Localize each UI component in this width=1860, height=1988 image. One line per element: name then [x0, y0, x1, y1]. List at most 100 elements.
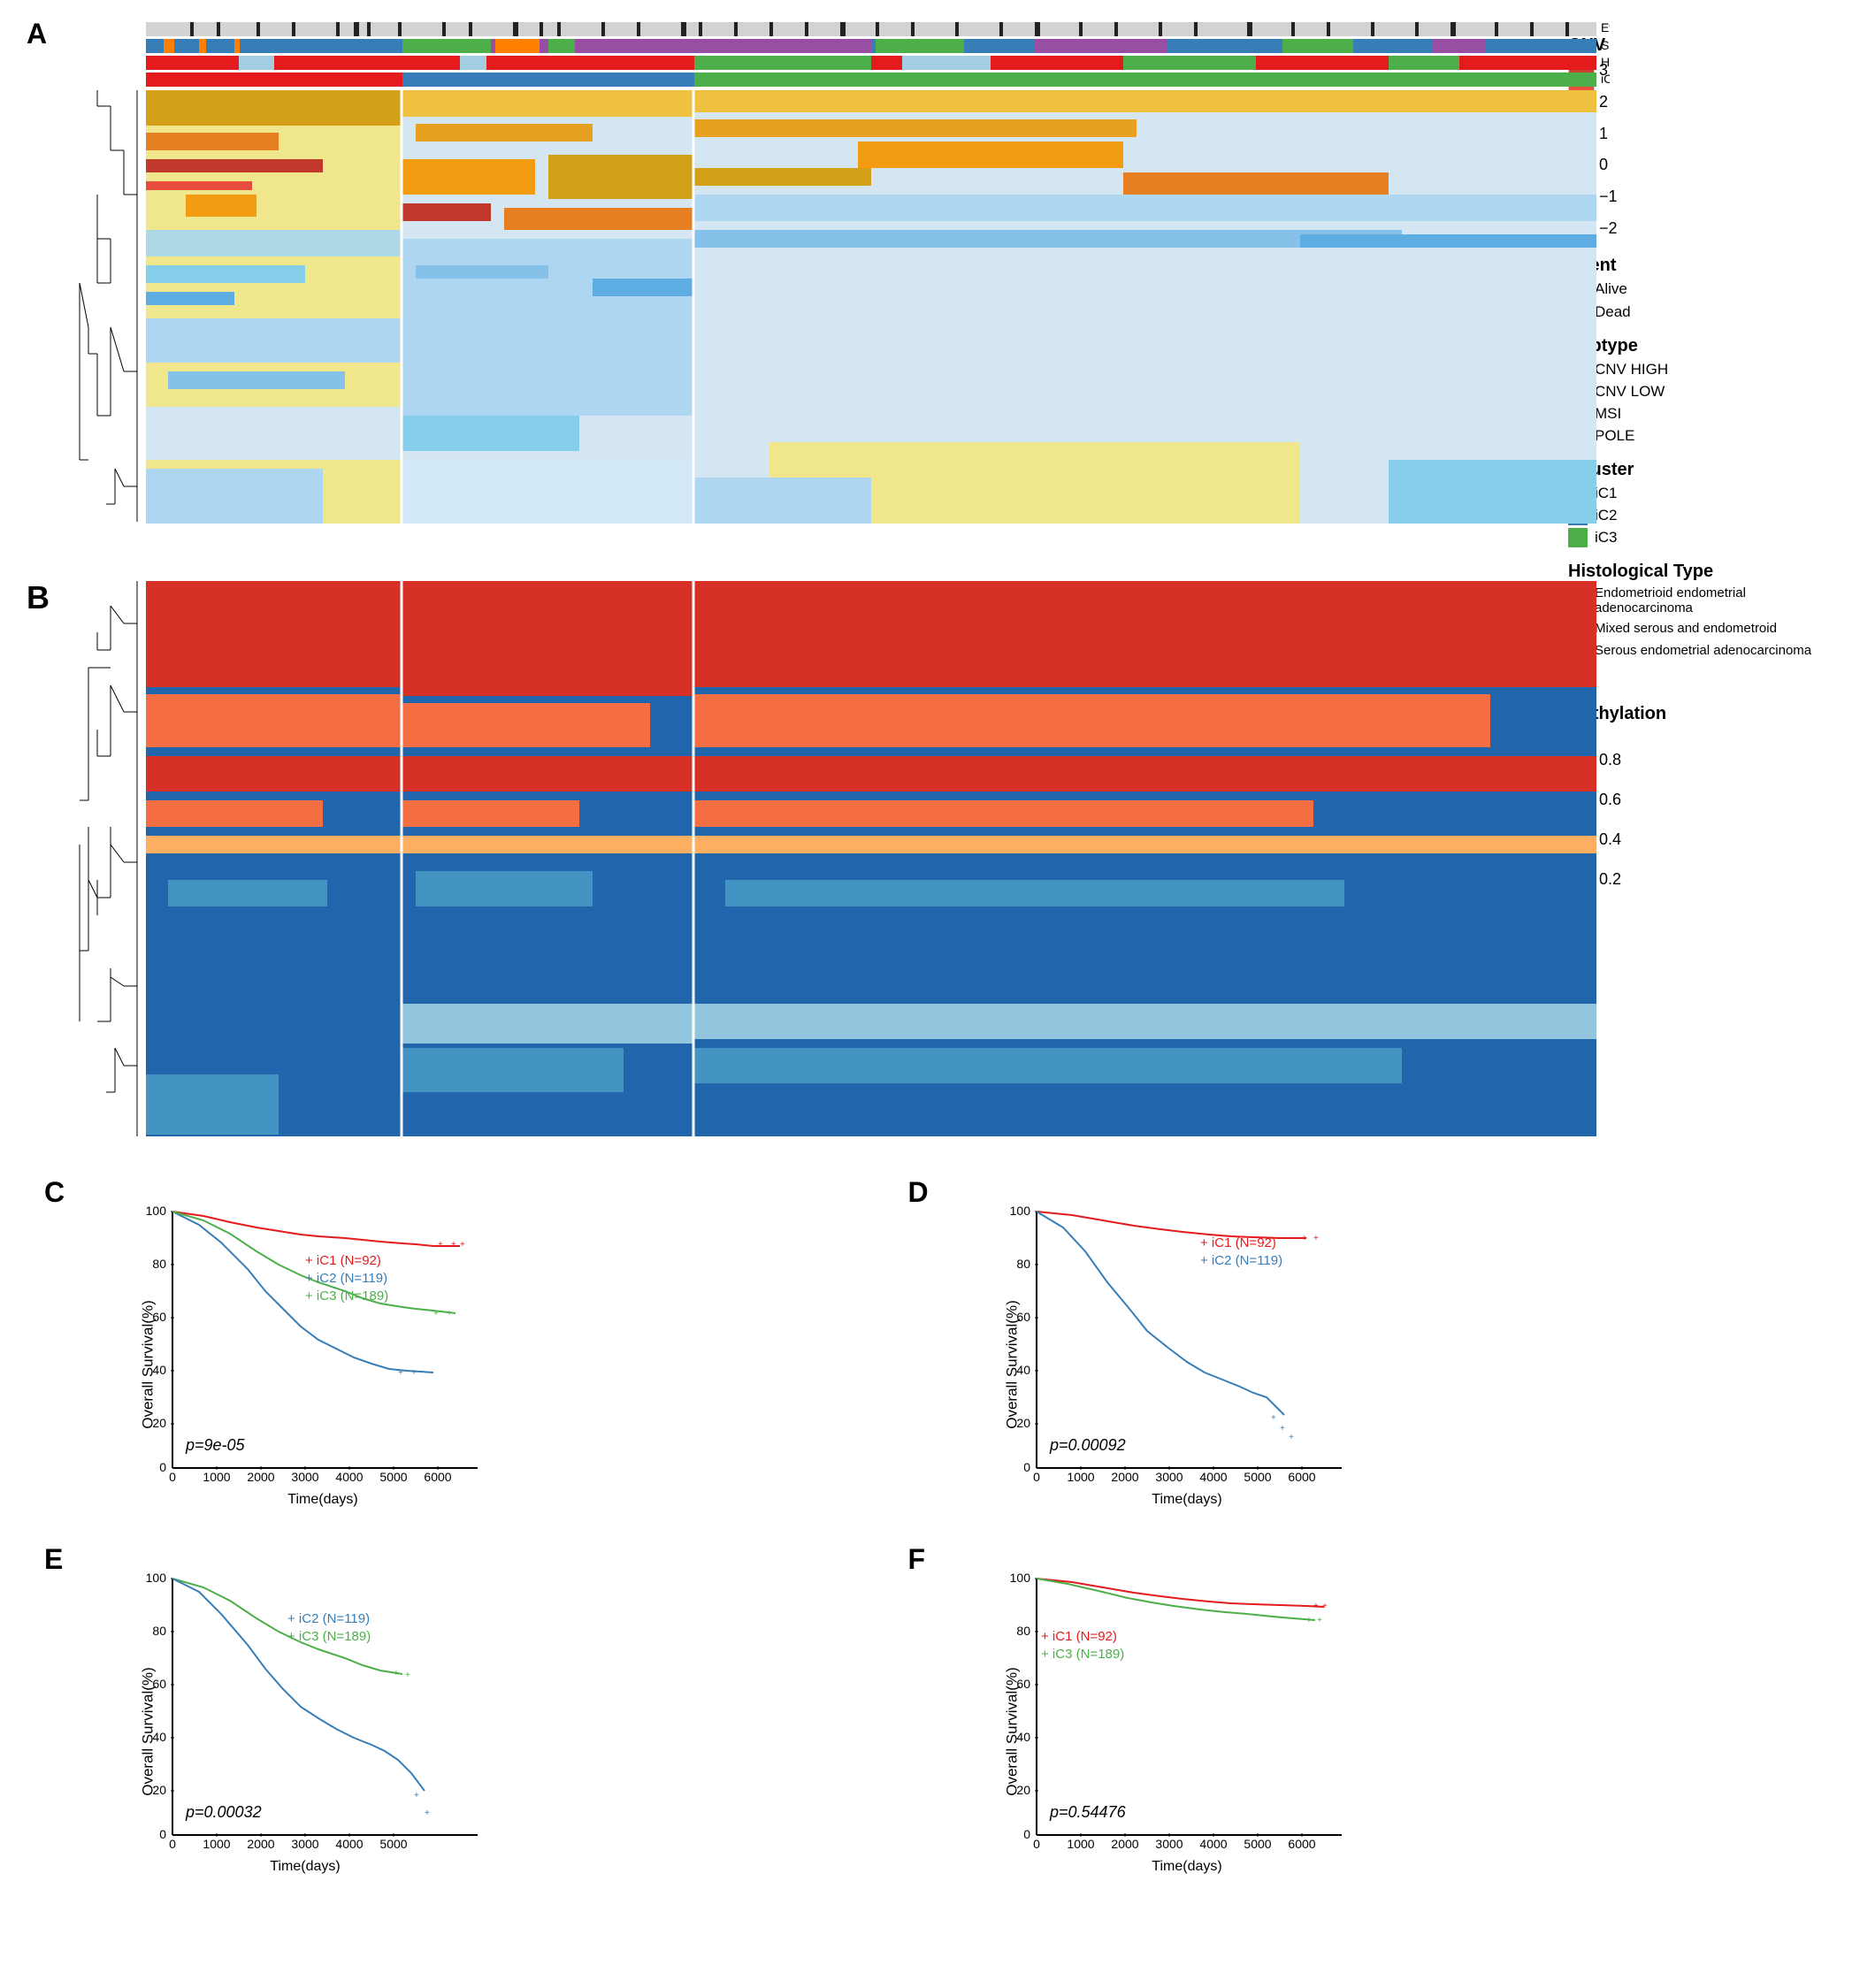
- svg-text:3000: 3000: [1155, 1837, 1183, 1851]
- svg-text:iCluster: iCluster: [1601, 72, 1610, 86]
- svg-text:+: +: [1289, 1433, 1294, 1442]
- panel-c-chart: 100 80 60 40 20 0 0 1000 2000 3000: [133, 1203, 486, 1521]
- dendrogram-b: [80, 581, 137, 1136]
- panel-e-label: E: [44, 1543, 63, 1576]
- svg-text:2000: 2000: [1111, 1470, 1138, 1484]
- svg-text:2000: 2000: [247, 1837, 274, 1851]
- panel-a-svg: Event: [62, 18, 1610, 566]
- svg-text:+ iC2 (N=119): + iC2 (N=119): [287, 1611, 370, 1626]
- svg-text:+: +: [425, 1808, 430, 1818]
- svg-text:+: +: [1280, 1424, 1285, 1434]
- svg-text:100: 100: [1009, 1571, 1030, 1585]
- svg-text:+ iC3 (N=189): + iC3 (N=189): [287, 1629, 371, 1644]
- svg-text:+ iC3 (N=189): + iC3 (N=189): [305, 1288, 388, 1304]
- svg-text:p=0.54476: p=0.54476: [1049, 1803, 1127, 1821]
- svg-text:3000: 3000: [291, 1837, 318, 1851]
- panel-e-y-label: Overall Survival(%): [140, 1667, 157, 1795]
- panel-c: C Overall Survival(%) 100 80 60 40 20 0: [80, 1185, 917, 1525]
- svg-text:+: +: [394, 1669, 399, 1678]
- svg-text:1000: 1000: [1067, 1470, 1094, 1484]
- svg-text:Time(days): Time(days): [1152, 1859, 1221, 1874]
- icluster-bar: iCluster: [146, 72, 1610, 87]
- svg-text:0: 0: [159, 1460, 166, 1474]
- svg-text:2000: 2000: [247, 1470, 274, 1484]
- svg-text:p=9e-05: p=9e-05: [185, 1436, 246, 1454]
- methylation-ic3: [694, 581, 1596, 1136]
- svg-text:0: 0: [1033, 1837, 1040, 1851]
- svg-text:1000: 1000: [203, 1470, 230, 1484]
- svg-text:3000: 3000: [1155, 1470, 1183, 1484]
- methylation-ic2: [402, 581, 694, 1136]
- panel-b-label: B: [27, 579, 50, 616]
- svg-text:+: +: [447, 1309, 452, 1319]
- svg-text:+: +: [1302, 1234, 1307, 1243]
- cnv-heatmap-ic1: [146, 90, 402, 524]
- svg-text:Subtype: Subtype: [1601, 38, 1610, 52]
- svg-text:Time(days): Time(days): [1152, 1492, 1221, 1507]
- svg-text:5000: 5000: [1244, 1837, 1271, 1851]
- panel-c-y-label: Overall Survival(%): [140, 1300, 157, 1428]
- svg-text:+: +: [1306, 1616, 1312, 1625]
- svg-text:+ iC2 (N=119): + iC2 (N=119): [1200, 1253, 1282, 1268]
- svg-text:p=0.00092: p=0.00092: [1049, 1436, 1126, 1454]
- svg-text:100: 100: [1009, 1204, 1030, 1218]
- panel-d-label: D: [908, 1176, 929, 1209]
- panel-c-label: C: [44, 1176, 65, 1209]
- cnv-heatmap-ic2: [402, 90, 694, 524]
- svg-text:6000: 6000: [1288, 1837, 1315, 1851]
- panel-f: F Overall Survival(%) 100 80 60 40 20 0: [944, 1552, 1781, 1892]
- svg-text:+: +: [1313, 1234, 1319, 1243]
- svg-text:0: 0: [1033, 1470, 1040, 1484]
- panel-d-y-label: Overall Survival(%): [1003, 1300, 1021, 1428]
- svg-text:1000: 1000: [1067, 1837, 1094, 1851]
- methylation-ic1: [146, 581, 402, 1136]
- svg-text:0: 0: [169, 1470, 176, 1484]
- svg-text:80: 80: [1016, 1257, 1030, 1271]
- svg-text:+: +: [398, 1368, 403, 1378]
- panel-a: A: [27, 18, 1542, 566]
- panel-d: D Overall Survival(%) 100 80 60 40 20 0: [944, 1185, 1781, 1525]
- svg-text:+: +: [405, 1671, 410, 1680]
- svg-text:p=0.00032: p=0.00032: [185, 1803, 262, 1821]
- svg-text:80: 80: [152, 1624, 166, 1638]
- cnv-heatmap-ic3: [694, 90, 1596, 524]
- svg-text:+: +: [433, 1309, 439, 1319]
- svg-text:+: +: [460, 1240, 465, 1250]
- svg-text:6000: 6000: [1288, 1470, 1315, 1484]
- panel-e-chart: 100 80 60 40 20 0 0 1000 2000 3000 4000: [133, 1570, 486, 1888]
- svg-text:+: +: [1322, 1602, 1328, 1611]
- svg-text:5000: 5000: [379, 1470, 407, 1484]
- panel-d-chart: 100 80 60 40 20 0 0 1000 2000 3000 4000: [997, 1203, 1351, 1521]
- svg-text:6000: 6000: [424, 1470, 451, 1484]
- svg-text:+: +: [1313, 1602, 1319, 1611]
- svg-text:5000: 5000: [1244, 1470, 1271, 1484]
- svg-text:100: 100: [146, 1571, 167, 1585]
- panel-f-y-label: Overall Survival(%): [1003, 1667, 1021, 1795]
- svg-text:+ iC1 (N=92): + iC1 (N=92): [1200, 1235, 1276, 1250]
- svg-text:Time(days): Time(days): [270, 1859, 340, 1874]
- svg-text:+: +: [1271, 1413, 1276, 1423]
- panel-a-label: A: [27, 18, 47, 50]
- dendrogram-a: [80, 90, 137, 522]
- svg-text:Time(days): Time(days): [287, 1492, 357, 1507]
- svg-text:80: 80: [152, 1257, 166, 1271]
- svg-text:+ iC2 (N=119): + iC2 (N=119): [305, 1271, 387, 1286]
- histological-bar: Histological Type: [146, 55, 1610, 70]
- svg-text:Histological Type: Histological Type: [1601, 55, 1610, 69]
- svg-text:0: 0: [1023, 1827, 1030, 1841]
- panel-f-label: F: [908, 1543, 926, 1576]
- svg-text:4000: 4000: [1199, 1470, 1227, 1484]
- svg-text:5000: 5000: [379, 1837, 407, 1851]
- svg-text:3000: 3000: [291, 1470, 318, 1484]
- panel-b: B: [27, 579, 1542, 1145]
- svg-text:0: 0: [169, 1837, 176, 1851]
- svg-text:+: +: [438, 1240, 443, 1250]
- subtype-bar: Subtype: [146, 38, 1610, 53]
- svg-text:80: 80: [1016, 1624, 1030, 1638]
- svg-text:+ iC3 (N=189): + iC3 (N=189): [1041, 1647, 1124, 1662]
- svg-text:+: +: [411, 1368, 417, 1378]
- svg-text:+: +: [451, 1240, 456, 1250]
- svg-text:0: 0: [1023, 1460, 1030, 1474]
- svg-text:+ iC1 (N=92): + iC1 (N=92): [1041, 1629, 1117, 1644]
- svg-text:+: +: [414, 1791, 419, 1801]
